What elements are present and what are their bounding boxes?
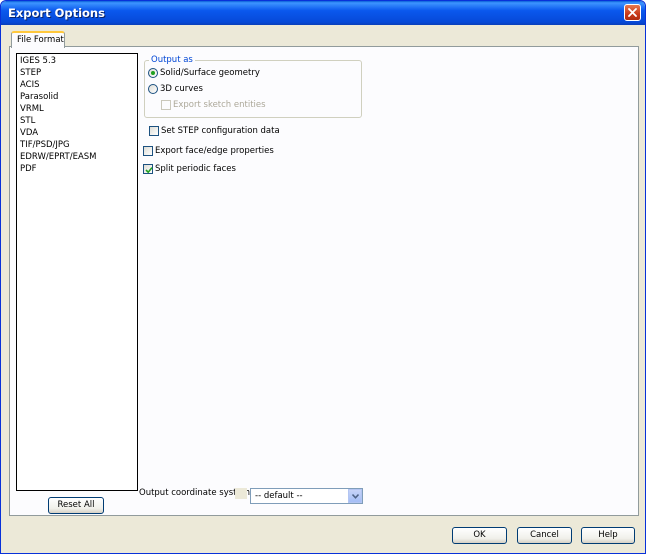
- tab-file-format[interactable]: File Format: [11, 31, 65, 48]
- export-options-dialog: Export Options File Format IGES 5.3 STEP…: [0, 0, 646, 554]
- list-item-parasolid[interactable]: Parasolid: [20, 92, 58, 102]
- list-item-tif[interactable]: TIF/PSD/JPG: [20, 140, 70, 150]
- 3d-curves-label: 3D curves: [160, 84, 203, 94]
- split-periodic-checkbox[interactable]: [143, 164, 153, 174]
- list-item-edrw[interactable]: EDRW/EPRT/EASM: [20, 152, 97, 162]
- help-button[interactable]: Help: [581, 527, 635, 544]
- list-item-step[interactable]: STEP: [20, 68, 41, 78]
- dropdown-button[interactable]: [348, 489, 362, 503]
- tab-label: File Format: [17, 35, 64, 45]
- step-config-checkbox[interactable]: [149, 126, 159, 136]
- list-item-pdf[interactable]: PDF: [20, 164, 37, 174]
- solid-surface-radio[interactable]: [148, 68, 158, 78]
- solid-surface-label: Solid/Surface geometry: [160, 68, 260, 78]
- window-title: Export Options: [8, 6, 105, 20]
- title-bar[interactable]: Export Options: [1, 1, 645, 25]
- coordinate-system-value: -- default --: [255, 491, 303, 501]
- step-config-label: Set STEP configuration data: [161, 126, 280, 136]
- list-item-vrml[interactable]: VRML: [20, 104, 44, 114]
- list-item-iges[interactable]: IGES 5.3: [20, 56, 56, 66]
- list-item-acis[interactable]: ACIS: [20, 80, 40, 90]
- list-item-stl[interactable]: STL: [20, 116, 35, 126]
- export-sketch-checkbox: [161, 100, 171, 110]
- coordinate-system-color-chip: [235, 488, 247, 499]
- face-edge-checkbox[interactable]: [143, 146, 153, 156]
- radio-selected-dot: [151, 71, 155, 75]
- coordinate-system-select[interactable]: -- default --: [250, 488, 363, 504]
- cancel-button[interactable]: Cancel: [517, 527, 572, 544]
- reset-all-button[interactable]: Reset All: [48, 497, 104, 514]
- format-list[interactable]: IGES 5.3 STEP ACIS Parasolid VRML STL VD…: [16, 53, 138, 491]
- close-button[interactable]: [624, 4, 641, 21]
- output-as-label: Output as: [149, 55, 195, 65]
- check-icon: [145, 167, 153, 174]
- ok-button[interactable]: OK: [452, 527, 507, 544]
- 3d-curves-radio[interactable]: [148, 84, 158, 94]
- list-item-vda[interactable]: VDA: [20, 128, 38, 138]
- export-sketch-label: Export sketch entities: [173, 100, 266, 110]
- close-x-icon: [628, 8, 637, 17]
- chevron-down-icon: [352, 494, 359, 499]
- split-periodic-label: Split periodic faces: [155, 164, 236, 174]
- face-edge-label: Export face/edge properties: [155, 146, 274, 156]
